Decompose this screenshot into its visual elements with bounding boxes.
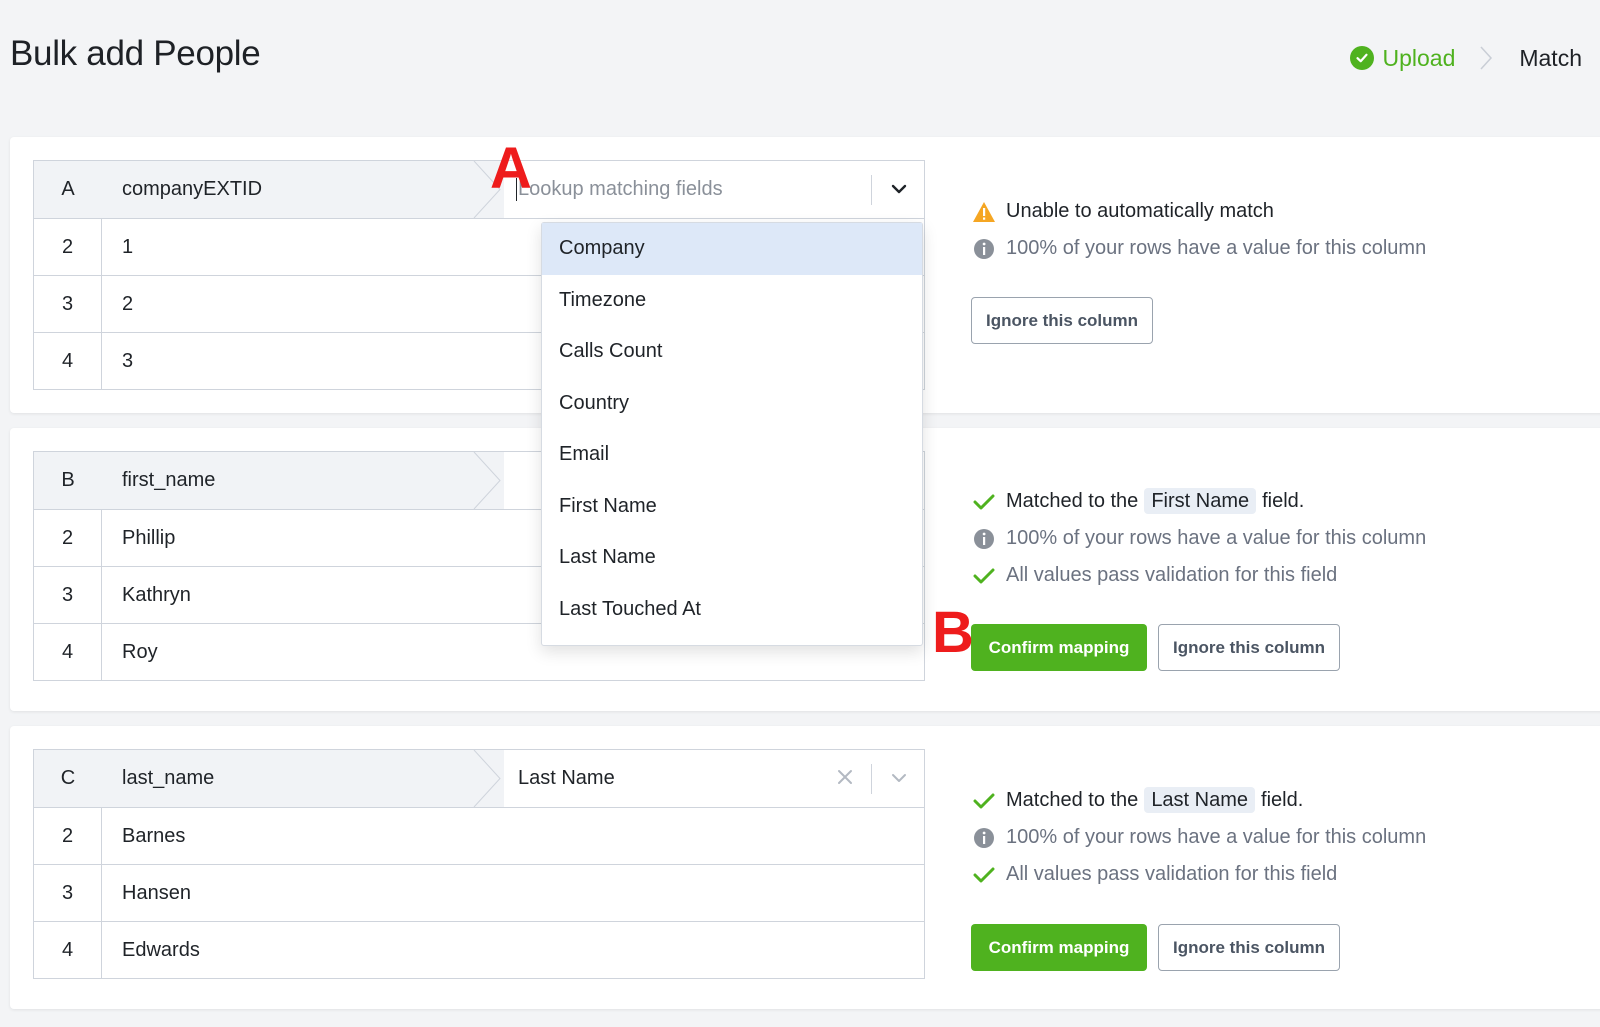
status-validation-text: All values pass validation for this fiel…	[1006, 564, 1338, 586]
step-match[interactable]: Match	[1519, 45, 1582, 72]
info-icon	[972, 528, 996, 550]
row-number: 3	[34, 276, 102, 332]
confirm-mapping-button[interactable]: Confirm mapping	[971, 624, 1147, 671]
column-letter: A	[61, 178, 75, 200]
match-status: Unable to automatically match 100% of yo…	[972, 193, 1426, 267]
match-status: Matched to the First Name field. 100% of y…	[972, 483, 1426, 594]
cell-value: Phillip	[122, 526, 176, 549]
matched-field-chip: First Name	[1144, 488, 1257, 514]
field-select-input[interactable]: Lookup matching fields	[518, 178, 723, 201]
status-matched-line: Matched to the Last Name field.	[972, 782, 1426, 819]
status-warning-line: Unable to automatically match	[972, 193, 1426, 230]
matched-prefix: Matched to the	[1006, 490, 1139, 512]
cell-value: Hansen	[122, 881, 191, 904]
row-number: 2	[34, 219, 102, 275]
chevron-right-icon	[1479, 45, 1493, 71]
annotation-label-b: B	[932, 600, 974, 665]
row-number: 4	[34, 624, 102, 680]
row-number: 2	[34, 808, 102, 864]
status-fill-line: 100% of your rows have a value for this …	[972, 230, 1426, 267]
status-matched-line: Matched to the First Name field.	[972, 483, 1426, 520]
check-icon	[972, 866, 996, 884]
matched-suffix: field.	[1262, 490, 1305, 512]
dropdown-option-country[interactable]: Country	[542, 378, 922, 430]
step-upload-label: Upload	[1382, 44, 1456, 71]
check-icon	[972, 493, 996, 511]
confirm-mapping-button[interactable]: Confirm mapping	[971, 924, 1147, 971]
row-number: 2	[34, 510, 102, 566]
table-row: 2 Barnes	[34, 807, 924, 864]
chevron-down-icon[interactable]	[890, 180, 908, 203]
check-icon	[972, 792, 996, 810]
matched-suffix: field.	[1261, 789, 1304, 811]
dropdown-option-calls-count[interactable]: Calls Count	[542, 326, 922, 378]
row-number: 4	[34, 922, 102, 978]
matched-prefix: Matched to the	[1006, 789, 1139, 811]
status-fill-line: 100% of your rows have a value for this …	[972, 819, 1426, 856]
dropdown-option-first-name[interactable]: First Name	[542, 481, 922, 533]
table-row: 3 Hansen	[34, 864, 924, 921]
status-fill-text: 100% of your rows have a value for this …	[1006, 826, 1427, 848]
header-arrow-notch	[468, 750, 501, 807]
cell-value: 1	[122, 235, 134, 258]
chevron-down-icon[interactable]	[890, 769, 908, 792]
warning-icon	[972, 201, 996, 223]
step-upload[interactable]: Upload	[1350, 45, 1455, 72]
header-arrow-notch	[468, 452, 501, 509]
row-number: 3	[34, 567, 102, 623]
column-letter: C	[60, 767, 76, 789]
column-header-name: companyEXTID	[122, 178, 263, 200]
dropdown-option-email[interactable]: Email	[542, 429, 922, 481]
check-circle-icon	[1350, 46, 1375, 70]
dropdown-option-last-touched-at[interactable]: Last Touched At	[542, 584, 922, 636]
table-header-row: C last_name Last Name	[34, 750, 924, 807]
field-select[interactable]: Lookup matching fields	[468, 161, 924, 218]
status-title: Unable to automatically match	[1006, 200, 1274, 222]
dropdown-option-last-name[interactable]: Last Name	[542, 532, 922, 584]
status-validation-text: All values pass validation for this fiel…	[1006, 863, 1338, 885]
cell-value: 2	[122, 292, 134, 315]
column-header-name: last_name	[122, 767, 215, 789]
cell-value: Roy	[122, 640, 158, 663]
status-fill-text: 100% of your rows have a value for this …	[1006, 527, 1427, 549]
dropdown-option-company[interactable]: Company	[542, 223, 922, 275]
page-title: Bulk add People	[10, 34, 261, 73]
clear-icon[interactable]	[836, 768, 854, 791]
column-card-c: C last_name Last Name 2 Barnes 3 Hansen …	[10, 726, 1600, 1009]
matched-field-chip: Last Name	[1144, 787, 1256, 813]
field-select[interactable]: Last Name	[468, 750, 924, 807]
check-icon	[972, 567, 996, 585]
info-icon	[972, 238, 996, 260]
ignore-column-button[interactable]: Ignore this column	[1158, 624, 1340, 671]
field-select-value[interactable]: Last Name	[518, 767, 615, 790]
step-match-label: Match	[1519, 44, 1582, 71]
match-status: Matched to the Last Name field. 100% of yo…	[972, 782, 1426, 893]
table-row: 4 Edwards	[34, 921, 924, 978]
ignore-column-button[interactable]: Ignore this column	[971, 297, 1153, 344]
status-fill-line: 100% of your rows have a value for this …	[972, 520, 1426, 557]
row-number: 3	[34, 865, 102, 921]
select-divider	[871, 764, 872, 794]
column-letter: B	[61, 469, 75, 491]
cell-value: 3	[122, 349, 134, 372]
column-header-name: first_name	[122, 469, 216, 491]
select-divider	[871, 175, 872, 205]
status-validation-line: All values pass validation for this fiel…	[972, 856, 1426, 893]
table-header-row: A companyEXTID Lookup matching fields	[34, 161, 924, 218]
column-table: C last_name Last Name 2 Barnes 3 Hansen …	[33, 749, 925, 979]
dropdown-option-timezone[interactable]: Timezone	[542, 275, 922, 327]
status-validation-line: All values pass validation for this fiel…	[972, 557, 1426, 594]
info-icon	[972, 827, 996, 849]
row-number: 4	[34, 333, 102, 389]
status-fill-text: 100% of your rows have a value for this …	[1006, 237, 1427, 259]
annotation-label-a: A	[490, 136, 532, 201]
field-options-dropdown: Company Timezone Calls Count Country Ema…	[541, 222, 923, 646]
cell-value: Edwards	[122, 938, 200, 961]
cell-value: Barnes	[122, 824, 186, 847]
progress-steps: Upload Match	[1350, 40, 1582, 76]
ignore-column-button[interactable]: Ignore this column	[1158, 924, 1340, 971]
cell-value: Kathryn	[122, 583, 191, 606]
